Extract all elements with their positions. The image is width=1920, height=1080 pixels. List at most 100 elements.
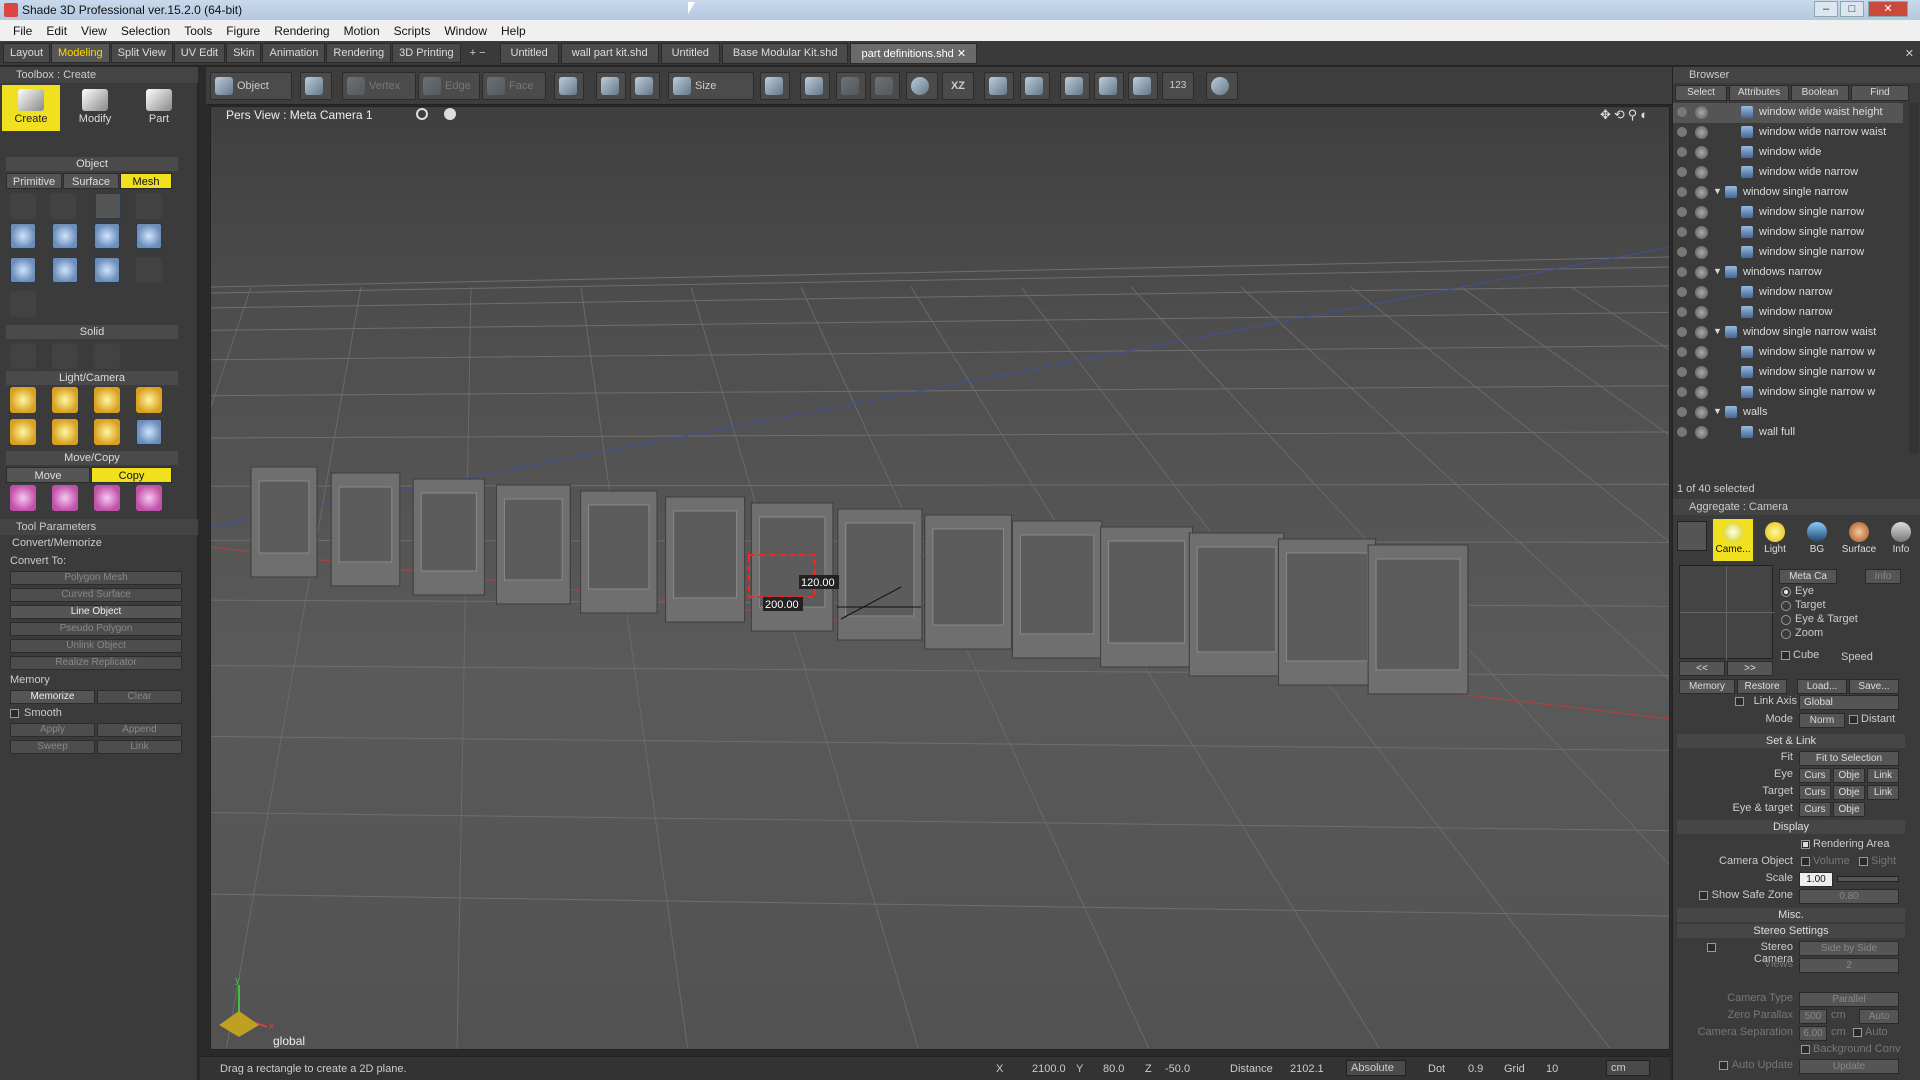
visibility-eye-icon[interactable] (1677, 287, 1687, 297)
render-toggle-icon[interactable] (1695, 286, 1708, 299)
camera-separation-auto-checkbox[interactable] (1853, 1028, 1862, 1037)
camera-type-select[interactable]: Parallel (1799, 992, 1899, 1007)
menu-edit[interactable]: Edit (39, 24, 74, 38)
tab-3d-printing[interactable]: 3D Printing (392, 43, 461, 63)
stereo-camera-checkbox[interactable] (1707, 943, 1716, 952)
aggregate-tab-surface[interactable]: Surface (1839, 519, 1879, 561)
link-button[interactable]: Link (97, 740, 182, 754)
scene-canvas[interactable]: 120.00200.00 y x global (211, 107, 1670, 1050)
pseudo-polygon-button[interactable]: Pseudo Polygon (10, 622, 182, 636)
menu-figure[interactable]: Figure (219, 24, 267, 38)
document-tab[interactable]: Untitled (499, 42, 559, 64)
numeric-input-button[interactable]: 123 (1162, 72, 1194, 100)
load-button[interactable]: Load... (1797, 679, 1847, 694)
nav-prev-button[interactable]: << (1679, 661, 1725, 676)
menu-view[interactable]: View (74, 24, 114, 38)
rotate-copy-icon[interactable] (52, 485, 78, 511)
document-tab[interactable]: Base Modular Kit.shd (721, 42, 849, 64)
tab-layout[interactable]: Layout (3, 43, 51, 63)
visibility-eye-icon[interactable] (1677, 267, 1687, 277)
render-toggle-icon[interactable] (1695, 226, 1708, 239)
browser-tree[interactable]: window wide waist height window wide narr… (1673, 103, 1909, 453)
render-toggle-icon[interactable] (1695, 246, 1708, 259)
target-obje-button[interactable]: Obje (1833, 785, 1865, 800)
aggregate-tab-info[interactable]: Info (1881, 519, 1920, 561)
render-toggle-icon[interactable] (1695, 106, 1708, 119)
link-axis-select[interactable]: Global (1799, 695, 1899, 710)
camera-separation-input[interactable]: 6.00 (1799, 1026, 1827, 1041)
expand-arrow-icon[interactable]: ▼ (1713, 406, 1722, 416)
visibility-eye-icon[interactable] (1677, 347, 1687, 357)
browser-item[interactable]: window single narrow (1673, 243, 1903, 263)
view-navigation-icons[interactable]: ✥⟲⚲◐ (1600, 107, 1651, 123)
close-tab-icon[interactable]: ✕ (954, 48, 966, 60)
circle-tool-icon[interactable] (136, 193, 162, 219)
document-tab[interactable]: Untitled (660, 42, 720, 64)
browser-item[interactable]: window wide waist height (1673, 103, 1903, 123)
torus-tool-icon[interactable] (94, 257, 120, 283)
stereo-settings-section[interactable]: Stereo Settings (1677, 924, 1905, 938)
area-light-icon[interactable] (94, 387, 120, 413)
line-object-button[interactable]: Line Object (10, 605, 182, 619)
maximize-icon[interactable]: □ (1840, 1, 1864, 17)
side-by-side-select[interactable]: Side by Side (1799, 941, 1899, 956)
browser-scrollbar[interactable] (1909, 103, 1919, 453)
browser-item[interactable]: window single narrow w (1673, 383, 1903, 403)
object-mode-button[interactable]: Object (210, 72, 292, 100)
sweep-button[interactable]: Sweep (10, 740, 95, 754)
menu-motion[interactable]: Motion (337, 24, 387, 38)
tab-surface[interactable]: Surface (63, 173, 119, 189)
render-toggle-icon[interactable] (1695, 366, 1708, 379)
magnify-copy-icon[interactable] (10, 485, 36, 511)
browser-item[interactable]: window narrow (1673, 303, 1903, 323)
unit-select[interactable]: cm (1606, 1060, 1650, 1076)
browser-item[interactable]: window single narrow w (1673, 363, 1903, 383)
camera-tool-icon[interactable] (1677, 521, 1707, 551)
eye-target-curs-button[interactable]: Curs (1799, 802, 1831, 817)
browser-item[interactable]: wall full (1673, 423, 1903, 443)
eye-obje-button[interactable]: Obje (1833, 768, 1865, 783)
target-radio[interactable] (1781, 601, 1791, 611)
close-icon[interactable]: ✕ (1868, 1, 1908, 17)
minimize-icon[interactable]: – (1814, 1, 1838, 17)
tab-primitive[interactable]: Primitive (6, 173, 62, 189)
browser-item[interactable]: window single narrow (1673, 203, 1903, 223)
aggregate-tab-camera[interactable]: Came... (1713, 519, 1753, 561)
unlink-object-button[interactable]: Unlink Object (10, 639, 182, 653)
render-button[interactable] (1206, 72, 1238, 100)
append-button[interactable]: Append (97, 723, 182, 737)
tab-attributes[interactable]: Attributes (1729, 85, 1789, 101)
close-panel-icon[interactable]: ✕ (1905, 47, 1914, 60)
light-toggle-button[interactable] (836, 72, 866, 100)
memory-select[interactable]: Memory (1679, 679, 1735, 694)
render-toggle-icon[interactable] (1695, 346, 1708, 359)
tab-boolean[interactable]: Boolean (1791, 85, 1849, 101)
volume-checkbox[interactable] (1801, 857, 1810, 866)
car-button[interactable] (1128, 72, 1158, 100)
move-copy-section-header[interactable]: Move/Copy (6, 451, 178, 465)
view-shading-icon[interactable] (444, 108, 456, 120)
mode-select[interactable]: Norm (1799, 713, 1845, 728)
zero-parallax-auto-select[interactable]: Auto (1859, 1009, 1899, 1024)
menu-help[interactable]: Help (494, 24, 533, 38)
display-section[interactable]: Display (1677, 820, 1905, 834)
visibility-eye-icon[interactable] (1677, 127, 1687, 137)
browser-item[interactable]: ▼ window single narrow (1673, 183, 1903, 203)
visibility-eye-icon[interactable] (1677, 167, 1687, 177)
menu-rendering[interactable]: Rendering (267, 24, 336, 38)
size-button[interactable]: Size (668, 72, 754, 100)
box-tool-icon[interactable] (10, 223, 36, 249)
visibility-eye-icon[interactable] (1677, 187, 1687, 197)
vertex-mode-button[interactable]: Vertex (342, 72, 416, 100)
tab-split-view[interactable]: Split View (110, 43, 173, 63)
snap-button[interactable] (630, 72, 660, 100)
visibility-eye-icon[interactable] (1677, 367, 1687, 377)
layout-button[interactable] (984, 72, 1014, 100)
eye-radio[interactable] (1781, 587, 1791, 597)
view-target-icon[interactable] (416, 108, 428, 120)
show-safe-zone-checkbox[interactable] (1699, 891, 1708, 900)
menu-scripts[interactable]: Scripts (387, 24, 438, 38)
solid-tool-icon[interactable] (10, 343, 36, 369)
zoom-radio[interactable] (1781, 629, 1791, 639)
crosshair-button[interactable] (800, 72, 830, 100)
